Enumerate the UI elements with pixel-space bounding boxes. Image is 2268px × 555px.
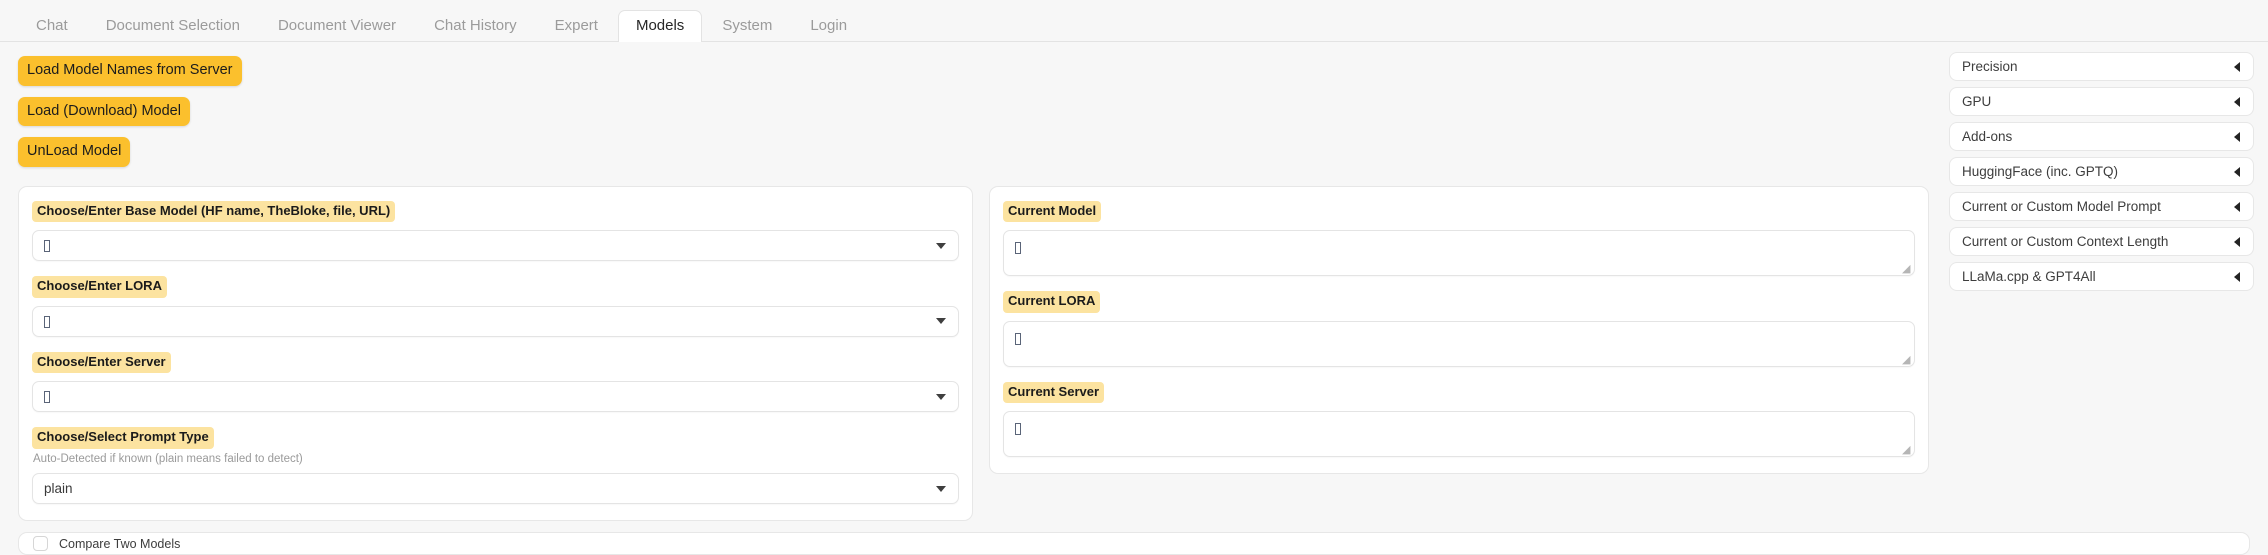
left-column: Load Model Names from Server Load (Downl… bbox=[18, 52, 1933, 521]
tab-bar: Chat Document Selection Document Viewer … bbox=[0, 0, 2268, 42]
accordion-label: Precision bbox=[1962, 59, 2018, 74]
chevron-down-icon bbox=[936, 243, 946, 249]
server-label: Choose/Enter Server bbox=[32, 352, 171, 374]
resize-handle-icon[interactable]: ◢ bbox=[1902, 445, 1912, 455]
accordion-llamacpp-gpt4all[interactable]: LLaMa.cpp & GPT4All bbox=[1949, 262, 2254, 291]
accordion-label: Current or Custom Model Prompt bbox=[1962, 199, 2161, 214]
prompt-type-select[interactable]: plain bbox=[32, 473, 959, 504]
accordion-label: Add-ons bbox=[1962, 129, 2012, 144]
tab-expert[interactable]: Expert bbox=[537, 10, 616, 43]
missing-glyph-icon bbox=[1015, 242, 1021, 254]
accordion-huggingface[interactable]: HuggingFace (inc. GPTQ) bbox=[1949, 157, 2254, 186]
lora-label: Choose/Enter LORA bbox=[32, 276, 167, 298]
resize-handle-icon[interactable]: ◢ bbox=[1902, 355, 1912, 365]
current-model-textarea[interactable]: ◢ bbox=[1003, 230, 1915, 276]
tab-document-selection[interactable]: Document Selection bbox=[88, 10, 258, 43]
server-select[interactable] bbox=[32, 381, 959, 412]
accordion-model-prompt[interactable]: Current or Custom Model Prompt bbox=[1949, 192, 2254, 221]
accordion-label: GPU bbox=[1962, 94, 1991, 109]
model-action-buttons: Load Model Names from Server Load (Downl… bbox=[18, 52, 1933, 186]
accordion-context-length[interactable]: Current or Custom Context Length bbox=[1949, 227, 2254, 256]
current-server-field: Current Server ◢ bbox=[1003, 382, 1915, 458]
caret-left-icon bbox=[2234, 272, 2240, 282]
current-lora-label: Current LORA bbox=[1003, 291, 1100, 313]
compare-two-models-checkbox[interactable] bbox=[33, 536, 48, 551]
accordion-gpu[interactable]: GPU bbox=[1949, 87, 2254, 116]
compare-two-models-label: Compare Two Models bbox=[59, 537, 180, 551]
current-lora-textarea[interactable]: ◢ bbox=[1003, 321, 1915, 367]
caret-left-icon bbox=[2234, 237, 2240, 247]
caret-left-icon bbox=[2234, 97, 2240, 107]
chevron-down-icon bbox=[936, 318, 946, 324]
caret-left-icon bbox=[2234, 62, 2240, 72]
tab-document-viewer[interactable]: Document Viewer bbox=[260, 10, 414, 43]
content-row: Load Model Names from Server Load (Downl… bbox=[18, 52, 2250, 521]
missing-glyph-icon bbox=[44, 316, 50, 328]
lora-value bbox=[44, 314, 50, 329]
server-value bbox=[44, 389, 50, 404]
lora-field: Choose/Enter LORA bbox=[32, 276, 959, 337]
tab-chat-history[interactable]: Chat History bbox=[416, 10, 535, 43]
load-model-names-button[interactable]: Load Model Names from Server bbox=[18, 56, 242, 86]
accordion-label: Current or Custom Context Length bbox=[1962, 234, 2168, 249]
missing-glyph-icon bbox=[44, 391, 50, 403]
missing-glyph-icon bbox=[1015, 423, 1021, 435]
missing-glyph-icon bbox=[1015, 333, 1021, 345]
current-server-textarea[interactable]: ◢ bbox=[1003, 411, 1915, 457]
tab-chat[interactable]: Chat bbox=[18, 10, 86, 43]
models-page: Load Model Names from Server Load (Downl… bbox=[0, 42, 2268, 555]
server-field: Choose/Enter Server bbox=[32, 352, 959, 413]
unload-model-button[interactable]: UnLoad Model bbox=[18, 137, 130, 167]
settings-accordion-column: Precision GPU Add-ons HuggingFace (inc. … bbox=[1949, 52, 2254, 297]
resize-handle-icon[interactable]: ◢ bbox=[1902, 264, 1912, 274]
caret-left-icon bbox=[2234, 202, 2240, 212]
load-download-model-button[interactable]: Load (Download) Model bbox=[18, 97, 190, 127]
base-model-field: Choose/Enter Base Model (HF name, TheBlo… bbox=[32, 201, 959, 262]
accordion-precision[interactable]: Precision bbox=[1949, 52, 2254, 81]
current-model-label: Current Model bbox=[1003, 201, 1101, 223]
current-state-panel: Current Model ◢ Current LORA ◢ bbox=[989, 186, 1929, 475]
base-model-label: Choose/Enter Base Model (HF name, TheBlo… bbox=[32, 201, 395, 223]
accordion-label: LLaMa.cpp & GPT4All bbox=[1962, 269, 2096, 284]
tab-system[interactable]: System bbox=[704, 10, 790, 43]
missing-glyph-icon bbox=[44, 240, 50, 252]
forms-row: Choose/Enter Base Model (HF name, TheBlo… bbox=[18, 186, 1933, 522]
tab-models[interactable]: Models bbox=[618, 10, 702, 43]
prompt-type-hint: Auto-Detected if known (plain means fail… bbox=[33, 453, 959, 467]
prompt-type-field: Choose/Select Prompt Type Auto-Detected … bbox=[32, 427, 959, 504]
chevron-down-icon bbox=[936, 394, 946, 400]
current-model-field: Current Model ◢ bbox=[1003, 201, 1915, 277]
prompt-type-value: plain bbox=[44, 481, 73, 496]
accordion-label: HuggingFace (inc. GPTQ) bbox=[1962, 164, 2118, 179]
caret-left-icon bbox=[2234, 167, 2240, 177]
model-selection-panel: Choose/Enter Base Model (HF name, TheBlo… bbox=[18, 186, 973, 522]
base-model-select[interactable] bbox=[32, 230, 959, 261]
base-model-value bbox=[44, 238, 50, 253]
prompt-type-label: Choose/Select Prompt Type bbox=[32, 427, 214, 449]
compare-models-bar: Compare Two Models bbox=[18, 532, 2250, 555]
current-server-label: Current Server bbox=[1003, 382, 1104, 404]
current-lora-field: Current LORA ◢ bbox=[1003, 291, 1915, 367]
chevron-down-icon bbox=[936, 486, 946, 492]
accordion-add-ons[interactable]: Add-ons bbox=[1949, 122, 2254, 151]
tab-login[interactable]: Login bbox=[792, 10, 865, 43]
lora-select[interactable] bbox=[32, 306, 959, 337]
caret-left-icon bbox=[2234, 132, 2240, 142]
